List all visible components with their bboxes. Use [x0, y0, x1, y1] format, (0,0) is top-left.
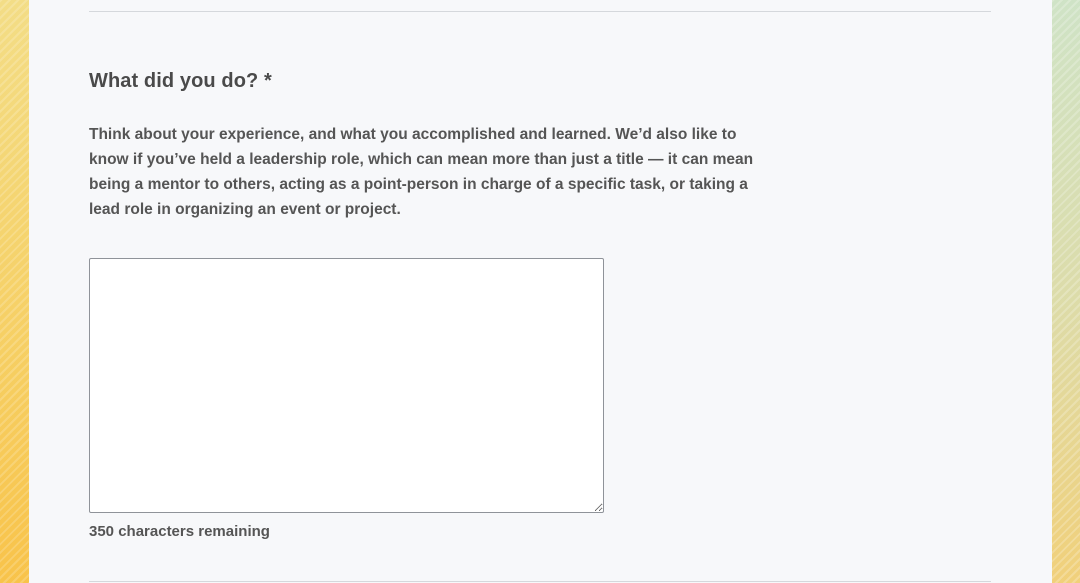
characters-remaining-counter: 350 characters remaining — [89, 523, 270, 540]
section-divider-top — [89, 11, 991, 12]
answer-textarea[interactable] — [89, 258, 604, 513]
form-panel: What did you do? * Think about your expe… — [29, 0, 1052, 583]
background-pattern-right — [1052, 0, 1080, 583]
section-divider-bottom — [89, 581, 991, 582]
question-help-text: Think about your experience, and what yo… — [89, 126, 754, 218]
question-title: What did you do? * — [89, 70, 272, 92]
